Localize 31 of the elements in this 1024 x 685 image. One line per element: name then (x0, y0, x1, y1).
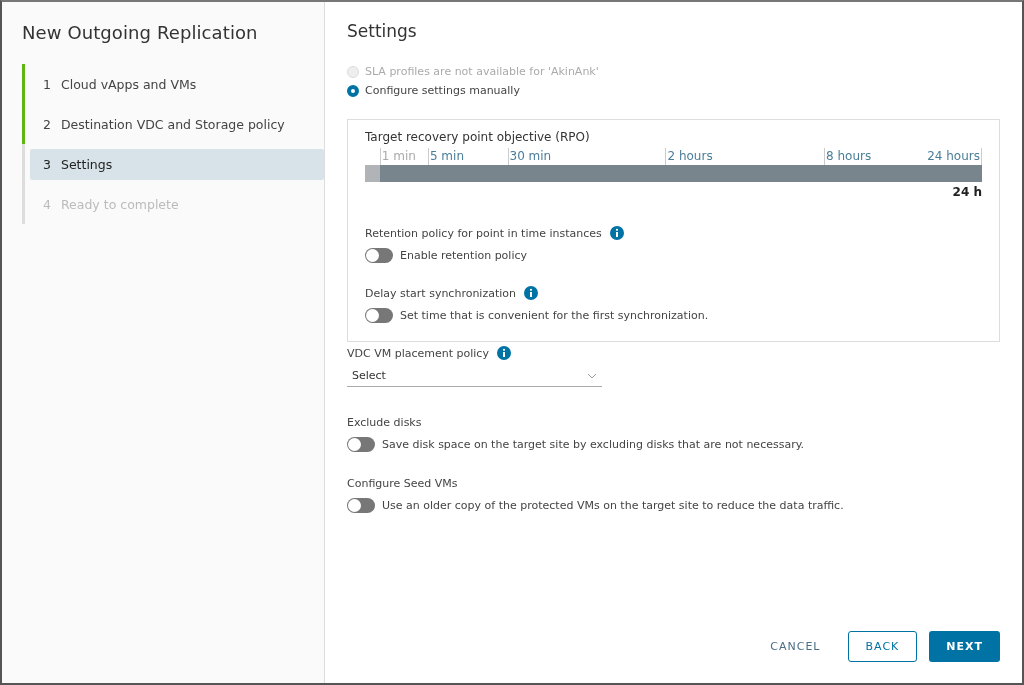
rpo-label: Target recovery point objective (RPO) (365, 130, 591, 144)
toggle-label: Use an older copy of the protected VMs on the target site to reduce the data traffic. (382, 499, 844, 512)
toggle-switch[interactable] (347, 437, 375, 452)
radio-label: SLA profiles are not available for 'AkinAnk' (365, 65, 599, 78)
wizard-step[interactable]: 2 Destination VDC and Storage policy (30, 108, 324, 140)
section-label: VDC VM placement policy (347, 346, 489, 360)
info-icon[interactable] (524, 286, 538, 300)
section-label: Retention policy for point in time instances (365, 226, 602, 240)
next-button[interactable]: NEXT (929, 631, 1000, 662)
radio-label: Configure settings manually (365, 84, 520, 97)
placement-select[interactable]: Select (347, 360, 602, 387)
back-button[interactable]: BACK (847, 631, 918, 662)
wizard-title: New Outgoing Replication (22, 22, 259, 43)
toggle-switch[interactable] (365, 248, 393, 263)
chevron-down-icon (587, 372, 597, 379)
toggle-label: Set time that is convenient for the first synchronization. (400, 309, 709, 322)
wizard-step[interactable]: 3 Settings (30, 148, 324, 180)
toggle-switch[interactable] (365, 308, 393, 323)
toggle-switch[interactable] (347, 498, 375, 513)
section-label: Configure Seed VMs (347, 477, 458, 490)
rpo-value: 24 h (951, 185, 982, 199)
page-title: Settings (347, 21, 418, 41)
info-icon[interactable] (496, 346, 511, 360)
wizard-step[interactable]: 1 Cloud vApps and VMs (30, 68, 324, 100)
cancel-button[interactable]: CANCEL (755, 631, 836, 662)
radio-button[interactable] (347, 84, 359, 97)
info-icon[interactable] (609, 226, 624, 240)
section-label: Delay start synchronization (365, 286, 516, 300)
section-label: Exclude disks (347, 416, 422, 429)
toggle-label: Save disk space on the target site by excluding disks that are not necessary. (382, 438, 805, 451)
toggle-label: Enable retention policy (400, 249, 527, 262)
